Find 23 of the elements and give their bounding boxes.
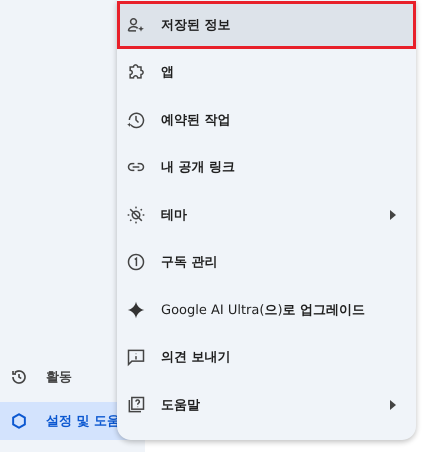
clock-icon <box>126 110 146 130</box>
menu-item[interactable]: 내 공개 링크 <box>117 144 416 191</box>
help-icon <box>126 394 146 415</box>
menu-item-label: 구독 관리 <box>161 254 219 272</box>
menu-item[interactable]: 테마 <box>117 191 416 238</box>
feedback-icon <box>126 347 146 368</box>
history-icon <box>10 368 28 386</box>
menu-item-label: 테마 <box>161 206 188 224</box>
menu-item-label: 도움말 <box>161 396 201 414</box>
menu-item-label: 앱 <box>161 64 175 82</box>
menu-item-label: 의견 보내기 <box>161 349 232 366</box>
menu-item[interactable]: 예약된 작업 <box>117 96 416 144</box>
number-one-icon <box>126 252 146 272</box>
menu-item[interactable]: 앱 <box>117 48 416 96</box>
menu-item[interactable]: 구독 관리 <box>117 238 416 286</box>
menu-item[interactable]: Google AI Ultra(으)로 업그레이드 <box>117 286 416 334</box>
menu-item-label: Google AI Ultra(으)로 업그레이드 <box>161 302 366 319</box>
menu-item-label: 예약된 작업 <box>161 112 232 129</box>
sparkle-icon <box>126 300 146 320</box>
menu-item-label: 내 공개 링크 <box>161 159 236 176</box>
menu-item[interactable]: 저장된 정보 <box>117 1 416 48</box>
menu-item-label: 저장된 정보 <box>161 16 232 34</box>
theme-icon <box>126 204 146 225</box>
